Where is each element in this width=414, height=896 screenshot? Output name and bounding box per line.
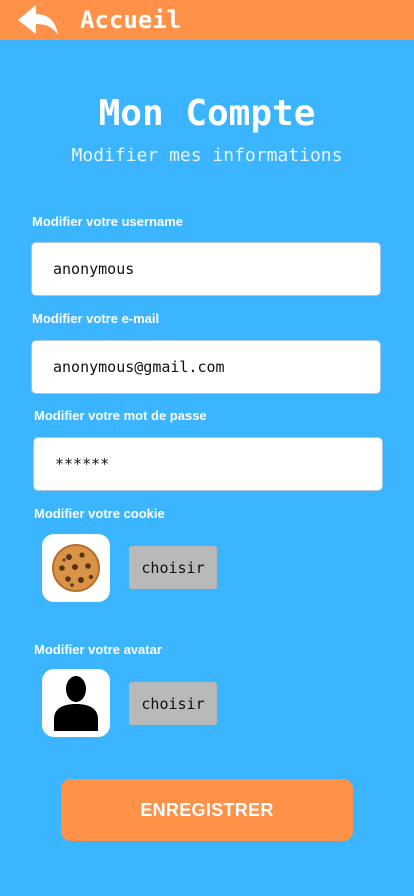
choose-cookie-button[interactable]: choisir bbox=[129, 546, 217, 589]
email-label: Modifier votre e-mail bbox=[32, 311, 160, 326]
password-field-box bbox=[33, 437, 383, 491]
cookie-preview bbox=[42, 534, 110, 602]
save-button[interactable]: ENREGISTRER bbox=[61, 779, 353, 841]
page-title: Mon Compte bbox=[98, 93, 316, 134]
password-label: Modifier votre mot de passe bbox=[34, 408, 207, 423]
email-input[interactable] bbox=[32, 341, 380, 393]
username-input[interactable] bbox=[32, 243, 380, 295]
avatar-label: Modifier votre avatar bbox=[34, 642, 162, 657]
email-field-box bbox=[31, 340, 381, 394]
username-label: Modifier votre username bbox=[32, 214, 183, 229]
choose-avatar-button[interactable]: choisir bbox=[129, 682, 217, 725]
reply-arrow-icon[interactable] bbox=[14, 3, 62, 39]
cookie-label: Modifier votre cookie bbox=[34, 506, 165, 521]
password-input[interactable] bbox=[34, 438, 382, 490]
cookie-icon bbox=[52, 544, 100, 592]
back-button[interactable] bbox=[14, 3, 62, 39]
top-bar: Accueil bbox=[0, 0, 414, 40]
username-field-box bbox=[31, 242, 381, 296]
person-silhouette-icon bbox=[54, 676, 98, 731]
avatar-preview bbox=[42, 669, 110, 737]
page-subtitle: Modifier mes informations bbox=[71, 145, 343, 166]
home-link[interactable]: Accueil bbox=[80, 3, 181, 37]
